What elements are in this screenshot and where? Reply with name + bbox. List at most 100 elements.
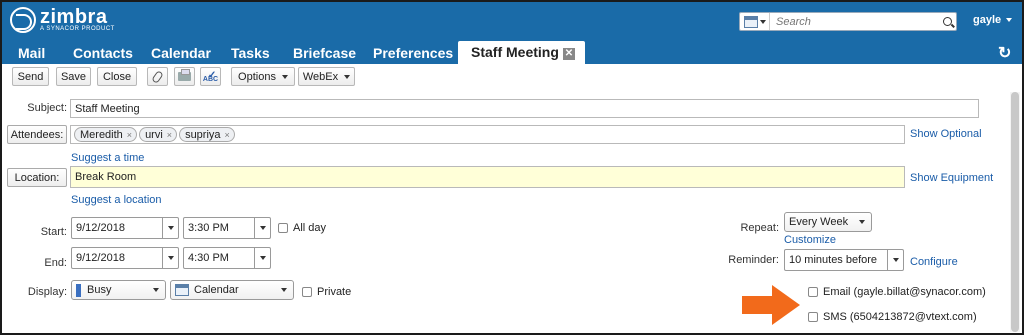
search-bar bbox=[739, 12, 957, 31]
tab-preferences[interactable]: Preferences bbox=[373, 45, 453, 61]
show-optional-link[interactable]: Show Optional bbox=[910, 128, 982, 140]
compose-toolbar: Send Save Close ✓ ABC Options WebEx bbox=[2, 64, 1022, 90]
configure-link[interactable]: Configure bbox=[910, 256, 958, 268]
start-date-picker[interactable]: 9/12/2018 bbox=[71, 217, 179, 239]
attendee-chip[interactable]: urvi × bbox=[139, 127, 178, 142]
options-button[interactable]: Options bbox=[231, 67, 295, 86]
print-button[interactable] bbox=[174, 67, 195, 86]
show-equipment-link[interactable]: Show Equipment bbox=[910, 172, 993, 184]
chevron-down-icon bbox=[759, 19, 766, 24]
tab-briefcase[interactable]: Briefcase bbox=[293, 45, 356, 61]
remove-icon[interactable]: × bbox=[225, 130, 230, 140]
zimbra-logo[interactable]: zimbra A SYNACOR PRODUCT bbox=[10, 7, 115, 33]
sms-reminder-checkbox[interactable]: SMS (6504213872@vtext.com) bbox=[808, 311, 977, 323]
send-button[interactable]: Send bbox=[12, 67, 49, 86]
tab-mail[interactable]: Mail bbox=[18, 45, 45, 61]
chevron-down-icon bbox=[1006, 18, 1013, 22]
date-dropdown[interactable] bbox=[162, 218, 178, 238]
location-button[interactable]: Location: bbox=[7, 168, 67, 187]
annotation-arrow-icon bbox=[742, 285, 800, 325]
remove-icon[interactable]: × bbox=[167, 130, 172, 140]
chevron-down-icon bbox=[281, 74, 288, 79]
calendar-select[interactable]: Calendar bbox=[170, 280, 294, 300]
vertical-scrollbar[interactable] bbox=[1010, 92, 1020, 332]
end-label: End: bbox=[44, 257, 67, 269]
checkbox-icon bbox=[808, 287, 818, 297]
display-value: Busy bbox=[87, 284, 112, 296]
tab-tasks[interactable]: Tasks bbox=[231, 45, 270, 61]
search-type-dropdown[interactable] bbox=[740, 13, 770, 30]
close-button[interactable]: Close bbox=[97, 67, 137, 86]
user-name: gayle bbox=[973, 14, 1002, 26]
tab-calendar[interactable]: Calendar bbox=[151, 45, 211, 61]
chevron-down-icon bbox=[259, 226, 266, 230]
calendar-icon bbox=[743, 15, 758, 28]
remove-icon[interactable]: × bbox=[127, 130, 132, 140]
app-tab-bar: Mail Contacts Calendar Tasks Briefcase P… bbox=[2, 40, 1022, 64]
all-day-checkbox[interactable]: All day bbox=[278, 222, 326, 234]
busy-color-swatch bbox=[76, 283, 81, 297]
repeat-value: Every Week bbox=[789, 216, 849, 228]
calendar-icon bbox=[175, 284, 189, 296]
app-window: zimbra A SYNACOR PRODUCT gayle Mail Cont… bbox=[0, 0, 1024, 335]
customize-link[interactable]: Customize bbox=[784, 234, 836, 246]
end-date-picker[interactable]: 9/12/2018 bbox=[71, 247, 179, 269]
end-time-value: 4:30 PM bbox=[188, 252, 229, 264]
search-button[interactable] bbox=[938, 13, 956, 30]
date-dropdown[interactable] bbox=[162, 248, 178, 268]
scrollbar-thumb[interactable] bbox=[1011, 92, 1019, 332]
start-time-picker[interactable]: 3:30 PM bbox=[183, 217, 271, 239]
search-input[interactable] bbox=[770, 13, 938, 30]
webex-button[interactable]: WebEx bbox=[298, 67, 355, 86]
tab-staff-meeting[interactable]: Staff Meeting ✕ bbox=[458, 41, 585, 64]
save-button[interactable]: Save bbox=[56, 67, 91, 86]
user-menu[interactable]: gayle bbox=[973, 14, 1013, 26]
private-checkbox[interactable]: Private bbox=[302, 286, 351, 298]
location-field[interactable]: Break Room bbox=[70, 166, 905, 188]
end-date-value: 9/12/2018 bbox=[76, 252, 125, 264]
spellcheck-button[interactable]: ✓ ABC bbox=[200, 67, 221, 86]
chevron-down-icon bbox=[153, 288, 159, 292]
reminder-label: Reminder: bbox=[728, 254, 779, 266]
attendees-field[interactable]: Meredith × urvi × supriya × bbox=[70, 125, 905, 144]
refresh-icon[interactable]: ↻ bbox=[998, 43, 1011, 63]
top-header: zimbra A SYNACOR PRODUCT gayle bbox=[2, 2, 1022, 40]
appointment-form: Subject: Staff Meeting Attendees: Meredi… bbox=[2, 90, 1022, 335]
attach-button[interactable] bbox=[147, 67, 168, 86]
chevron-down-icon bbox=[892, 258, 899, 262]
time-dropdown[interactable] bbox=[254, 248, 270, 268]
chevron-down-icon bbox=[167, 226, 174, 230]
checkbox-icon bbox=[278, 223, 288, 233]
email-reminder-checkbox[interactable]: Email (gayle.billat@synacor.com) bbox=[808, 286, 986, 298]
paperclip-icon bbox=[151, 69, 164, 84]
subject-field[interactable]: Staff Meeting bbox=[70, 99, 979, 118]
reminder-value: 10 minutes before bbox=[789, 254, 878, 266]
time-dropdown[interactable] bbox=[254, 218, 270, 238]
calendar-value: Calendar bbox=[194, 284, 239, 296]
suggest-location-link[interactable]: Suggest a location bbox=[71, 194, 162, 206]
chevron-down-icon bbox=[344, 74, 351, 79]
tab-staff-meeting-label: Staff Meeting bbox=[471, 44, 559, 60]
close-icon[interactable]: ✕ bbox=[562, 48, 575, 60]
chevron-down-icon bbox=[259, 256, 266, 260]
email-reminder-label: Email (gayle.billat@synacor.com) bbox=[823, 286, 986, 298]
tab-contacts[interactable]: Contacts bbox=[73, 45, 133, 61]
reminder-dropdown[interactable] bbox=[887, 250, 903, 270]
attendees-button[interactable]: Attendees: bbox=[7, 125, 67, 144]
private-label: Private bbox=[317, 286, 352, 298]
display-select[interactable]: Busy bbox=[71, 280, 166, 300]
repeat-label: Repeat: bbox=[740, 222, 779, 234]
logo-wordmark: zimbra bbox=[40, 5, 108, 28]
end-time-picker[interactable]: 4:30 PM bbox=[183, 247, 271, 269]
repeat-select[interactable]: Every Week bbox=[784, 212, 872, 232]
options-label: Options bbox=[238, 70, 276, 83]
zimbra-logo-icon bbox=[10, 7, 36, 33]
attendee-chip[interactable]: Meredith × bbox=[74, 127, 138, 142]
spellcheck-icon: ✓ ABC bbox=[202, 70, 219, 83]
start-time-value: 3:30 PM bbox=[188, 222, 229, 234]
logo-tagline: A SYNACOR PRODUCT bbox=[40, 25, 115, 32]
reminder-picker[interactable]: 10 minutes before bbox=[784, 249, 904, 271]
all-day-label: All day bbox=[293, 222, 327, 234]
suggest-time-link[interactable]: Suggest a time bbox=[71, 152, 144, 164]
attendee-chip[interactable]: supriya × bbox=[179, 127, 235, 142]
